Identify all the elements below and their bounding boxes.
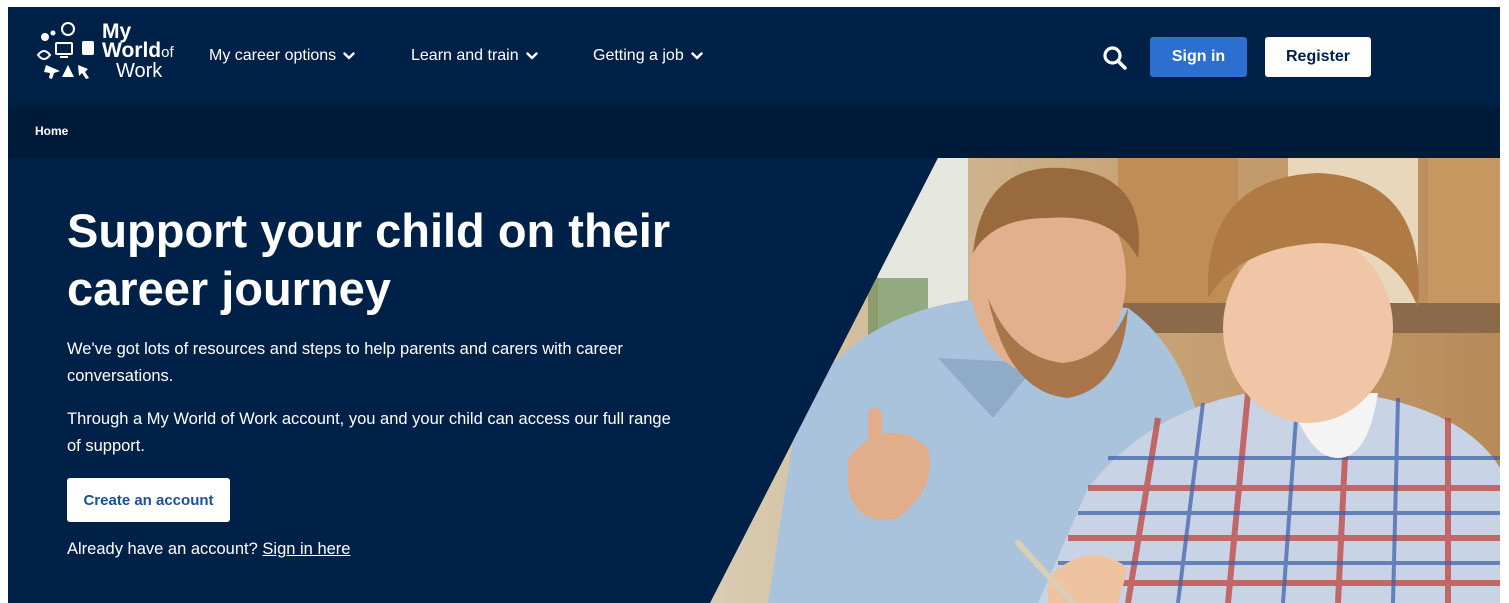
register-button[interactable]: Register xyxy=(1265,37,1371,77)
hero-title: Support your child on their career journ… xyxy=(67,204,671,315)
sign-in-button[interactable]: Sign in xyxy=(1150,37,1247,77)
signin-prompt-line: Already have an account? Sign in here xyxy=(67,540,350,559)
hero-section: Support your child on their career journ… xyxy=(8,158,1500,603)
create-account-button[interactable]: Create an account xyxy=(67,478,230,522)
nav-label: My career options xyxy=(209,47,337,64)
nav-learn-and-train[interactable]: Learn and train xyxy=(411,47,538,65)
logo-line-world: World xyxy=(102,39,162,62)
breadcrumb: Home xyxy=(8,107,1500,158)
sign-in-here-link[interactable]: Sign in here xyxy=(262,540,350,558)
hero-paragraph-resources: We've got lots of resources and steps to… xyxy=(67,340,623,385)
chevron-down-icon xyxy=(343,52,355,60)
signin-prompt-text: Already have an account? xyxy=(67,540,258,558)
nav-getting-a-job[interactable]: Getting a job xyxy=(593,47,703,65)
page-frame: My Worldof Work My career options Learn … xyxy=(8,7,1500,603)
logo-line-work: Work xyxy=(116,60,163,82)
chevron-down-icon xyxy=(691,52,703,60)
site-logo[interactable]: My Worldof Work xyxy=(36,19,196,89)
nav-my-career-options[interactable]: My career options xyxy=(209,47,355,65)
nav-label: Learn and train xyxy=(411,47,519,64)
logo-icons xyxy=(36,22,94,79)
hero-paragraph-account: Through a My World of Work account, you … xyxy=(67,410,671,455)
search-icon[interactable] xyxy=(1101,44,1129,72)
site-header: My Worldof Work My career options Learn … xyxy=(8,7,1500,107)
breadcrumb-home[interactable]: Home xyxy=(35,124,68,138)
chevron-down-icon xyxy=(525,52,538,60)
nav-label: Getting a job xyxy=(593,47,684,64)
logo-text: My Worldof Work xyxy=(102,21,174,82)
logo-line-of: of xyxy=(161,44,174,61)
